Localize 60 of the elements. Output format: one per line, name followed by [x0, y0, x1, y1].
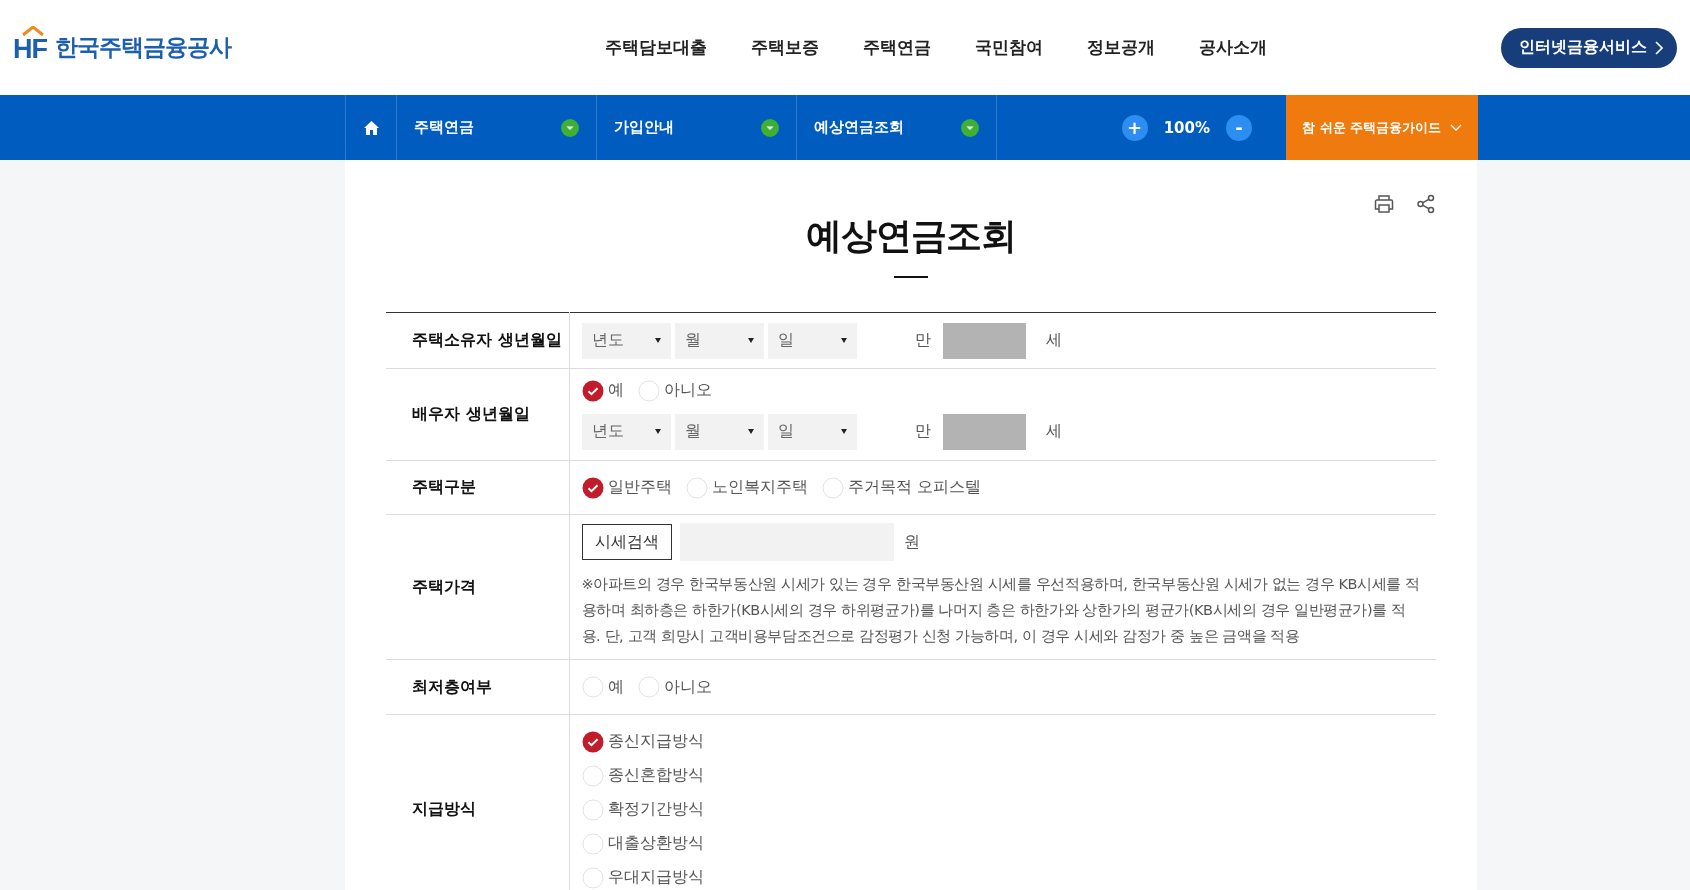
- radio-option[interactable]: 우대지급방식: [581, 866, 704, 889]
- radio-option[interactable]: 종신지급방식: [581, 730, 704, 753]
- radio-option[interactable]: 아니오: [637, 676, 712, 698]
- radio-option[interactable]: 아니오: [637, 379, 712, 402]
- menu-item[interactable]: 공사소개: [1199, 36, 1267, 59]
- radio-option[interactable]: 주거목적 오피스텔: [821, 476, 981, 499]
- radio-option[interactable]: 일반주택: [581, 476, 672, 499]
- menu-item[interactable]: 주택연금: [863, 36, 931, 59]
- chevron-down-icon: [1450, 123, 1462, 132]
- radio-option[interactable]: 대출상환방식: [581, 832, 704, 855]
- select-field[interactable]: 년도: [581, 413, 671, 450]
- radio-unchecked-icon: [685, 476, 708, 499]
- currency-unit: 원: [903, 531, 920, 553]
- price-search-button[interactable]: 시세검색: [581, 524, 672, 560]
- radio-option[interactable]: 예: [581, 676, 624, 698]
- field-label: 주택구분: [386, 460, 569, 515]
- select-field[interactable]: 월: [674, 322, 764, 359]
- internet-service-button[interactable]: 인터넷금융서비스: [1501, 27, 1677, 68]
- menu-item[interactable]: 국민참여: [975, 36, 1043, 59]
- age-suffix: 세: [1045, 421, 1062, 442]
- radio-unchecked-icon: [581, 832, 604, 855]
- age-prefix: 만: [914, 421, 931, 442]
- menu-item[interactable]: 정보공개: [1087, 36, 1155, 59]
- field-label: 주택소유자 생년월일: [386, 312, 569, 369]
- dropdown-icon: [961, 118, 979, 137]
- page-title: 예상연금조회: [805, 214, 1017, 258]
- dropdown-icon: [761, 118, 779, 137]
- chevron-right-icon: [1655, 40, 1663, 55]
- menu-item[interactable]: 주택담보대출: [605, 36, 707, 59]
- select-field[interactable]: 월: [674, 413, 764, 450]
- radio-unchecked-icon: [637, 379, 660, 402]
- field-label: 지급방식: [386, 714, 569, 890]
- dropdown-icon: [561, 118, 579, 137]
- radio-checked-icon: [581, 476, 604, 499]
- field-label: 주택가격: [386, 514, 569, 660]
- field-label: 최저층여부: [386, 659, 569, 715]
- radio-checked-icon: [581, 379, 604, 402]
- field-label: 배우자 생년월일: [386, 368, 569, 461]
- radio-checked-icon: [581, 730, 604, 753]
- select-field[interactable]: 년도: [581, 322, 671, 359]
- home-icon[interactable]: [363, 120, 379, 135]
- zoom-level: 100%: [1163, 118, 1210, 137]
- radio-unchecked-icon: [581, 764, 604, 787]
- radio-option[interactable]: 확정기간방식: [581, 798, 704, 821]
- select-field[interactable]: 일: [767, 413, 857, 450]
- radio-unchecked-icon: [581, 676, 604, 698]
- radio-option[interactable]: 노인복지주택: [685, 476, 808, 499]
- logo-name[interactable]: 한국주택금융공사: [55, 32, 231, 63]
- price-note: ※아파트의 경우 한국부동산원 시세가 있는 경우 한국부동산원 시세를 우선적용하며, 한국부동산원 시세가 없는 경우 KB시세를 적용하며 최하층은 하한가(KB시세의 경우 하위평균가)를 나머지 층은 하한가와 상한가의 평균가(KB시세의 경우 일반평균가)를 적용. 단, 고객 희망시 고객비용부담조건으로 감정평가 신청 가능하며, 이 경우 시세와 감정가 중 높은 금액을 적용: [581, 575, 1421, 646]
- radio-unchecked-icon: [821, 476, 844, 499]
- menu-item[interactable]: 주택보증: [751, 36, 819, 59]
- radio-unchecked-icon: [637, 676, 660, 698]
- age-prefix: 만: [914, 330, 931, 351]
- radio-option[interactable]: 종신혼합방식: [581, 764, 704, 787]
- print-icon[interactable]: [1374, 194, 1394, 214]
- share-icon[interactable]: [1416, 194, 1436, 214]
- radio-unchecked-icon: [581, 798, 604, 821]
- radio-option[interactable]: 예: [581, 379, 624, 402]
- select-field[interactable]: 일: [767, 322, 857, 359]
- age-suffix: 세: [1045, 330, 1062, 351]
